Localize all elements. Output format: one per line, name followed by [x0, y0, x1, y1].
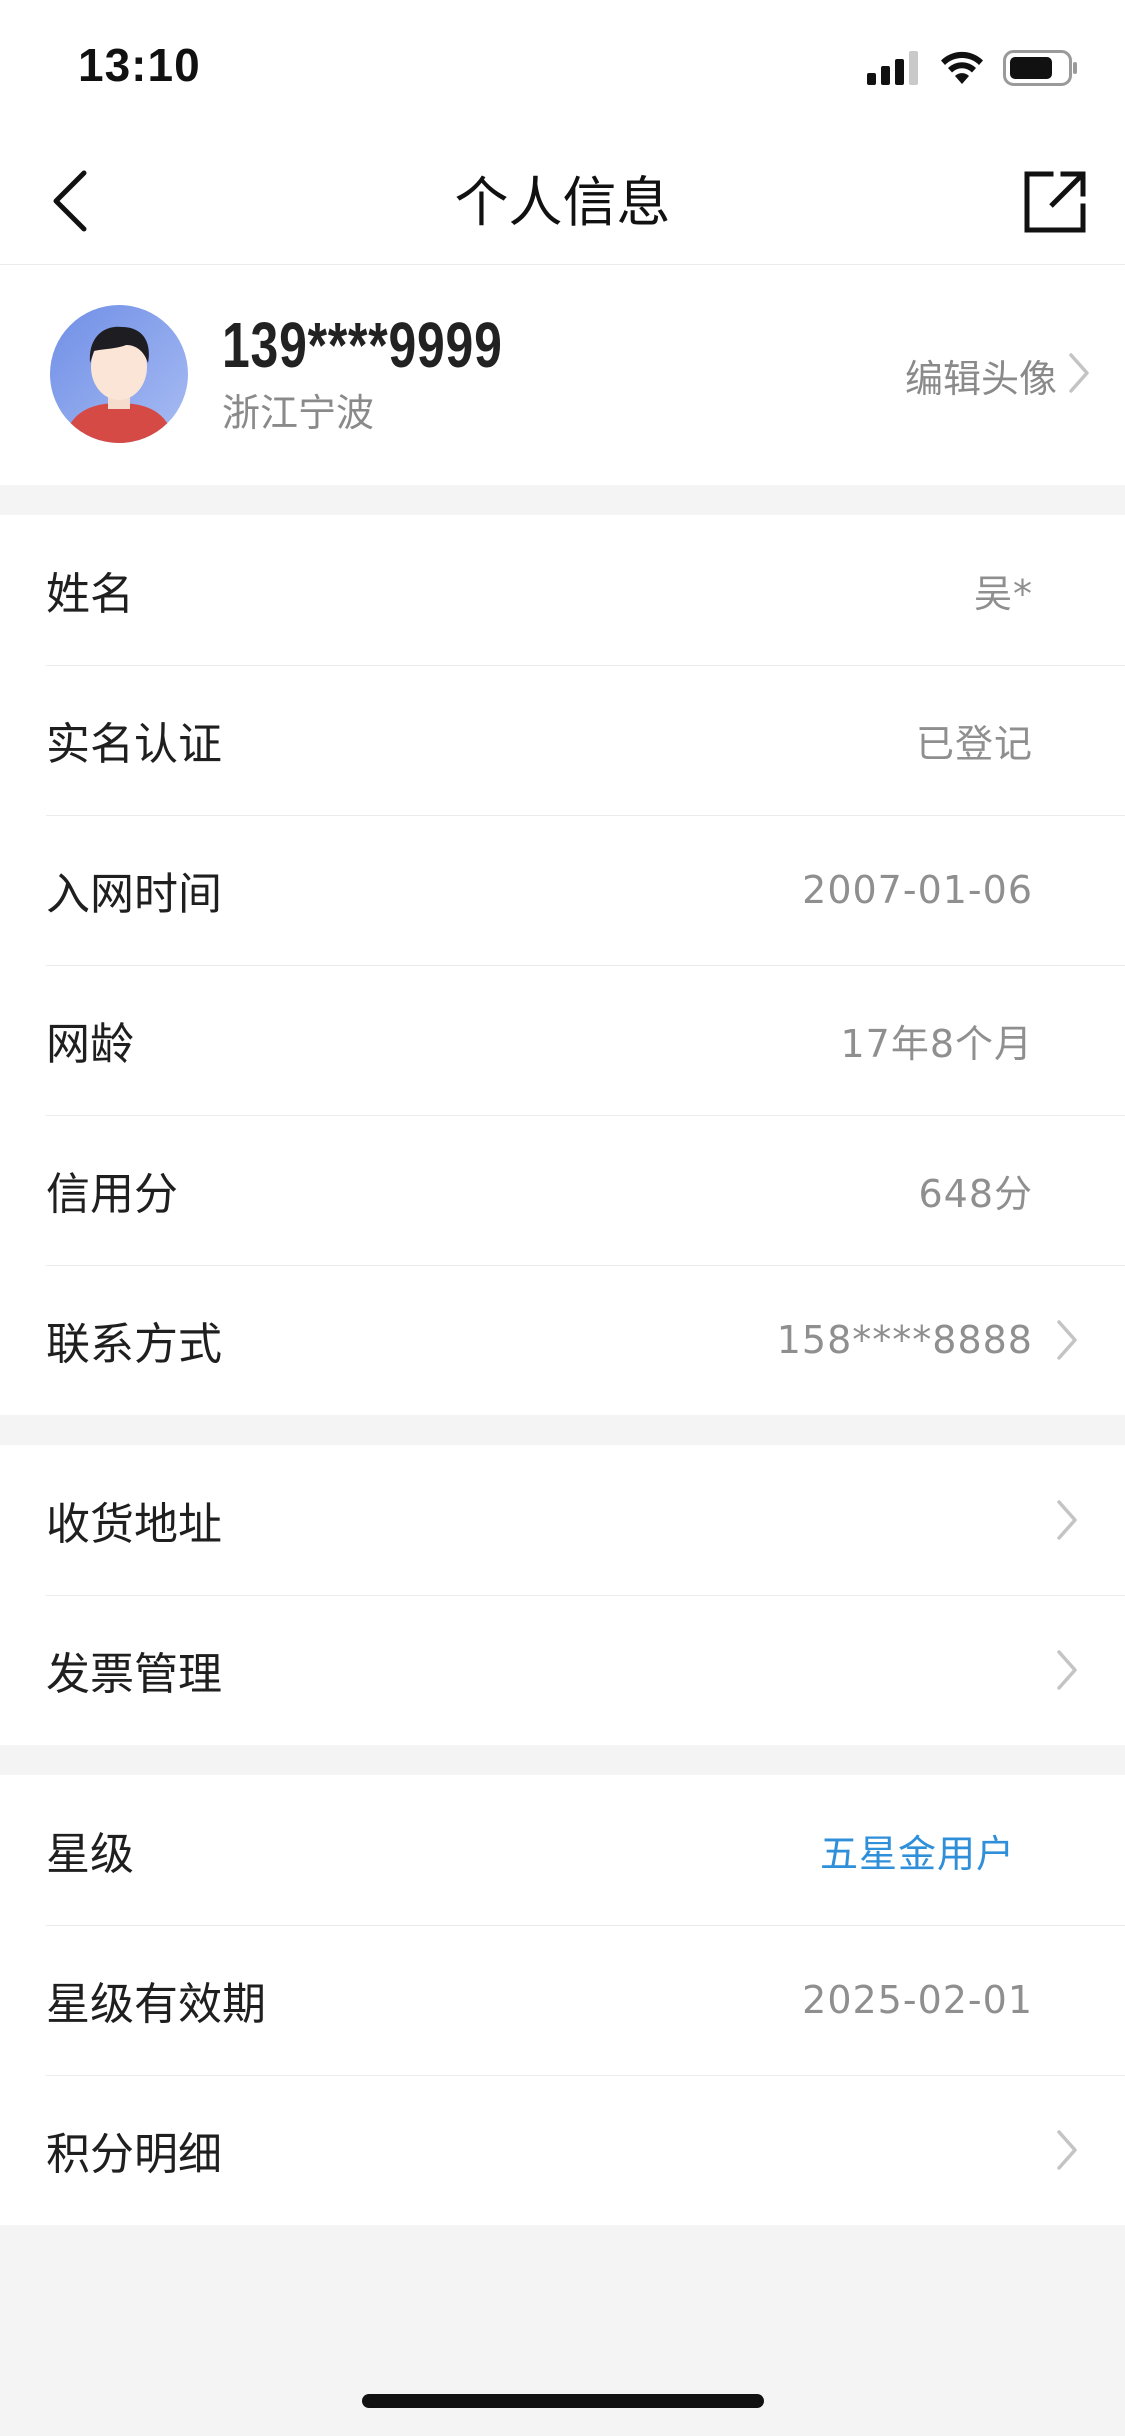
row-star-level: 星级 五星金用户 — [0, 1775, 1125, 1925]
row-label: 发票管理 — [46, 1649, 222, 1700]
row-label: 实名认证 — [46, 719, 222, 770]
status-icons — [867, 50, 1079, 90]
row-network-age: 网龄 17年8个月 — [0, 965, 1125, 1115]
row-label: 姓名 — [46, 569, 134, 620]
chevron-right-icon — [1067, 351, 1091, 399]
share-external-icon — [1021, 168, 1089, 240]
row-join-date: 入网时间 2007-01-06 — [0, 815, 1125, 965]
info-group: 姓名 吴* 实名认证 已登记 入网时间 2007-01-06 网龄 17年8个月… — [0, 515, 1125, 1415]
row-value: 2025-02-01 — [802, 1978, 1033, 2022]
row-label: 积分明细 — [46, 2129, 222, 2180]
star-level-badge: 五星金用户 — [819, 1831, 1015, 1876]
row-value: 吴* — [973, 571, 1033, 616]
profile-card: 139****9999 浙江宁波 编辑头像 — [0, 265, 1125, 485]
star-level-group: 星级 五星金用户 星级有效期 2025-02-01 积分明细 — [0, 1775, 1125, 2225]
address-invoice-group: 收货地址 发票管理 — [0, 1445, 1125, 1745]
row-label: 星级 — [46, 1829, 134, 1880]
row-credit-score: 信用分 648分 — [0, 1115, 1125, 1265]
page-title: 个人信息 — [454, 171, 671, 234]
chevron-right-icon — [1055, 1318, 1079, 1362]
chevron-right-icon — [1055, 1648, 1079, 1692]
chevron-right-icon — [1055, 2128, 1079, 2172]
cellular-signal-icon — [867, 51, 921, 89]
row-real-name-verification: 实名认证 已登记 — [0, 665, 1125, 815]
row-shipping-address[interactable]: 收货地址 — [0, 1445, 1125, 1595]
row-value: 2007-01-06 — [802, 868, 1033, 912]
row-points-details[interactable]: 积分明细 — [0, 2075, 1125, 2225]
chevron-right-icon — [1055, 1498, 1079, 1542]
row-label: 网龄 — [46, 1019, 134, 1070]
row-name: 姓名 吴* — [0, 515, 1125, 665]
row-star-level-validity: 星级有效期 2025-02-01 — [0, 1925, 1125, 2075]
home-indicator[interactable] — [362, 2394, 764, 2408]
row-contact[interactable]: 联系方式 158****8888 — [0, 1265, 1125, 1415]
edit-avatar-label: 编辑头像 — [904, 356, 1057, 401]
row-label: 星级有效期 — [46, 1979, 266, 2030]
row-label: 入网时间 — [46, 869, 222, 920]
row-invoice-management[interactable]: 发票管理 — [0, 1595, 1125, 1745]
nav-bar: 个人信息 — [0, 138, 1125, 265]
wifi-icon — [939, 51, 985, 89]
avatar[interactable] — [50, 305, 188, 443]
share-button[interactable] — [1013, 162, 1097, 246]
profile-phone-number: 139****9999 — [222, 309, 503, 381]
profile-location: 浙江宁波 — [222, 391, 375, 435]
status-bar: 13:10 — [0, 0, 1125, 138]
battery-icon — [1003, 50, 1079, 90]
edit-avatar-button[interactable]: 编辑头像 — [905, 343, 1091, 407]
row-value: 648分 — [918, 1171, 1033, 1216]
row-value: 158****8888 — [776, 1318, 1033, 1362]
row-value: 已登记 — [915, 721, 1033, 766]
row-value: 17年8个月 — [840, 1021, 1033, 1066]
row-label: 信用分 — [46, 1169, 178, 1220]
row-label: 收货地址 — [46, 1499, 222, 1550]
status-time: 13:10 — [78, 39, 201, 91]
row-label: 联系方式 — [46, 1319, 222, 1370]
